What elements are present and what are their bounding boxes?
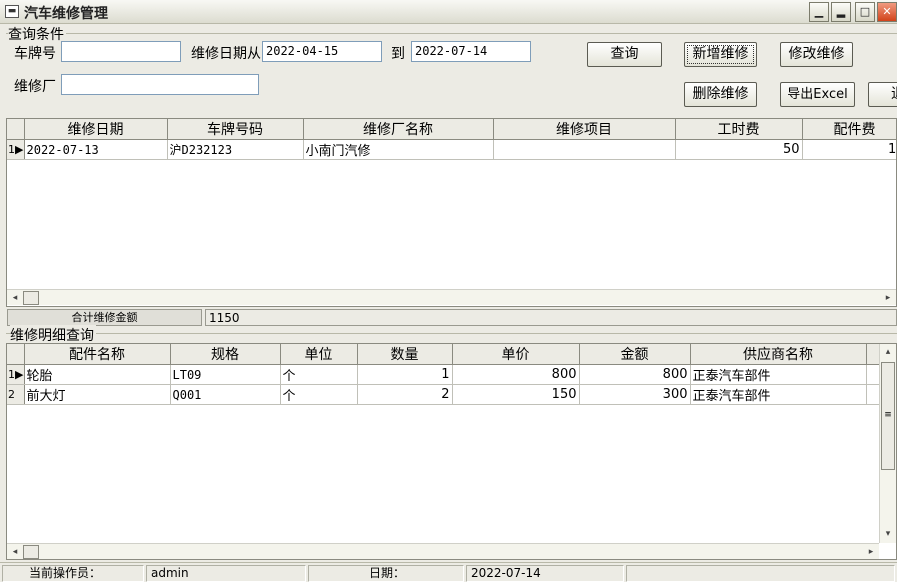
corner-cell — [7, 119, 25, 140]
scroll-thumb[interactable] — [23, 291, 39, 305]
row-number: 1 — [8, 143, 15, 156]
cell-unit[interactable]: 个 — [280, 384, 358, 405]
cell-supplier[interactable]: 正泰汽车部件 — [690, 364, 867, 385]
date-from-input[interactable]: 2022-04-15 — [262, 41, 382, 62]
row-pointer-icon: ▶ — [15, 143, 24, 156]
cell-parts[interactable]: 11 — [802, 139, 896, 160]
cell-plate[interactable]: 沪D232123 — [167, 139, 304, 160]
details-group — [6, 333, 897, 334]
date-label: 日期： — [308, 565, 464, 582]
details-grid[interactable]: 配件名称 规格 单位 数量 单价 金额 供应商名称 1▶ 轮胎 LT09 个 1… — [6, 343, 897, 560]
cell-spec[interactable]: Q001 — [170, 384, 281, 405]
cell-spec[interactable]: LT09 — [170, 364, 281, 385]
cell-price[interactable]: 150 — [452, 384, 580, 405]
total-value: 1150 — [205, 309, 897, 326]
row-indicator[interactable]: 2 — [7, 384, 25, 405]
query-group-label: 查询条件 — [8, 24, 66, 44]
status-panel-empty — [626, 565, 895, 582]
date-to-input[interactable]: 2022-07-14 — [411, 41, 531, 62]
row-number: 1 — [8, 368, 15, 381]
cell-part-name[interactable]: 前大灯 — [24, 384, 171, 405]
export-excel-button[interactable]: 导出Excel — [780, 82, 855, 107]
column-header[interactable]: 配件名称 — [24, 344, 171, 365]
date-from-label: 维修日期从 — [191, 46, 261, 62]
total-label: 合计维修金额 — [7, 309, 202, 326]
plate-input[interactable] — [61, 41, 181, 62]
delete-repair-button[interactable]: 删除维修 — [684, 82, 757, 107]
main-window: ▬ 汽车维修管理 ▁ ▂ □ ✕ 查询条件 车牌号 维修日期从 2022-04-… — [0, 0, 897, 582]
cell-supplier[interactable]: 正泰汽车部件 — [690, 384, 867, 405]
details-hscrollbar[interactable]: ◂ ▸ — [7, 543, 879, 559]
close-icon[interactable]: ✕ — [877, 2, 897, 22]
minimize-icon[interactable]: ▁ — [809, 2, 829, 22]
cell-shop[interactable]: 小南门汽修 — [303, 139, 494, 160]
repairs-grid[interactable]: 维修日期 车牌号码 维修厂名称 维修项目 工时费 配件费 1▶ 2022-07-… — [6, 118, 897, 307]
status-bar: 当前操作员： admin 日期： 2022-07-14 — [0, 562, 897, 582]
column-header[interactable]: 维修项目 — [493, 119, 676, 140]
column-header[interactable]: 工时费 — [675, 119, 803, 140]
column-header[interactable]: 单价 — [452, 344, 580, 365]
column-header[interactable]: 供应商名称 — [690, 344, 867, 365]
corner-cell — [7, 344, 25, 365]
table-row[interactable]: 1▶ 轮胎 LT09 个 1 800 800 正泰汽车部件 — [7, 364, 883, 385]
cell-qty[interactable]: 1 — [357, 364, 453, 385]
cell-item[interactable] — [493, 139, 676, 160]
column-header[interactable]: 单位 — [280, 344, 358, 365]
restore-icon[interactable]: ▂ — [831, 2, 851, 22]
window-title: 汽车维修管理 — [24, 6, 108, 22]
cell-amount[interactable]: 800 — [579, 364, 691, 385]
query-button[interactable]: 查询 — [587, 42, 662, 67]
arrow-right-icon[interactable]: ▸ — [880, 290, 896, 306]
shop-label: 维修厂 — [14, 79, 56, 95]
cell-labor[interactable]: 50 — [675, 139, 803, 160]
repairs-hscrollbar[interactable]: ◂ ▸ — [7, 289, 896, 305]
arrow-left-icon[interactable]: ◂ — [7, 290, 23, 306]
table-row[interactable]: 2 前大灯 Q001 个 2 150 300 正泰汽车部件 — [7, 384, 883, 405]
maximize-icon[interactable]: □ — [855, 2, 875, 22]
row-indicator[interactable]: 1▶ — [7, 364, 25, 385]
edit-repair-button[interactable]: 修改维修 — [780, 42, 853, 67]
column-header[interactable]: 数量 — [357, 344, 453, 365]
table-row[interactable]: 1▶ 2022-07-13 沪D232123 小南门汽修 50 11 — [7, 139, 896, 160]
arrow-left-icon[interactable]: ◂ — [7, 544, 23, 559]
shop-input[interactable] — [61, 74, 259, 95]
details-header-row: 配件名称 规格 单位 数量 单价 金额 供应商名称 — [7, 344, 883, 365]
cell-price[interactable]: 800 — [452, 364, 580, 385]
add-repair-button[interactable]: 新增维修 — [684, 42, 757, 67]
operator-value: admin — [146, 565, 306, 582]
cell-amount[interactable]: 300 — [579, 384, 691, 405]
plate-label: 车牌号 — [14, 46, 56, 62]
operator-label: 当前操作员： — [2, 565, 144, 582]
query-group — [6, 33, 897, 34]
column-header[interactable]: 规格 — [170, 344, 281, 365]
scroll-thumb[interactable]: ≡ — [881, 362, 895, 470]
column-header[interactable]: 维修厂名称 — [303, 119, 494, 140]
row-indicator[interactable]: 1▶ — [7, 139, 25, 160]
arrow-right-icon[interactable]: ▸ — [863, 544, 879, 559]
date-value: 2022-07-14 — [466, 565, 624, 582]
date-to-label: 到 — [391, 46, 405, 62]
column-header[interactable]: 维修日期 — [24, 119, 168, 140]
arrow-down-icon[interactable]: ▾ — [880, 526, 896, 542]
scroll-thumb[interactable] — [23, 545, 39, 559]
exit-button[interactable]: 退 — [868, 82, 897, 107]
column-header[interactable]: 车牌号码 — [167, 119, 304, 140]
details-group-label: 维修明细查询 — [10, 325, 96, 345]
row-pointer-icon: ▶ — [15, 368, 24, 381]
column-header[interactable]: 金额 — [579, 344, 691, 365]
arrow-up-icon[interactable]: ▴ — [880, 344, 896, 360]
repairs-header-row: 维修日期 车牌号码 维修厂名称 维修项目 工时费 配件费 — [7, 119, 896, 140]
cell-part-name[interactable]: 轮胎 — [24, 364, 171, 385]
column-header[interactable]: 配件费 — [802, 119, 896, 140]
cell-unit[interactable]: 个 — [280, 364, 358, 385]
cell-qty[interactable]: 2 — [357, 384, 453, 405]
system-menu-icon[interactable]: ▬ — [5, 5, 19, 18]
row-number: 2 — [8, 388, 15, 401]
title-bar[interactable]: ▬ 汽车维修管理 ▁ ▂ □ ✕ — [0, 0, 897, 24]
details-vscrollbar[interactable]: ▴ ≡ ▾ — [879, 344, 896, 543]
cell-date[interactable]: 2022-07-13 — [24, 139, 168, 160]
